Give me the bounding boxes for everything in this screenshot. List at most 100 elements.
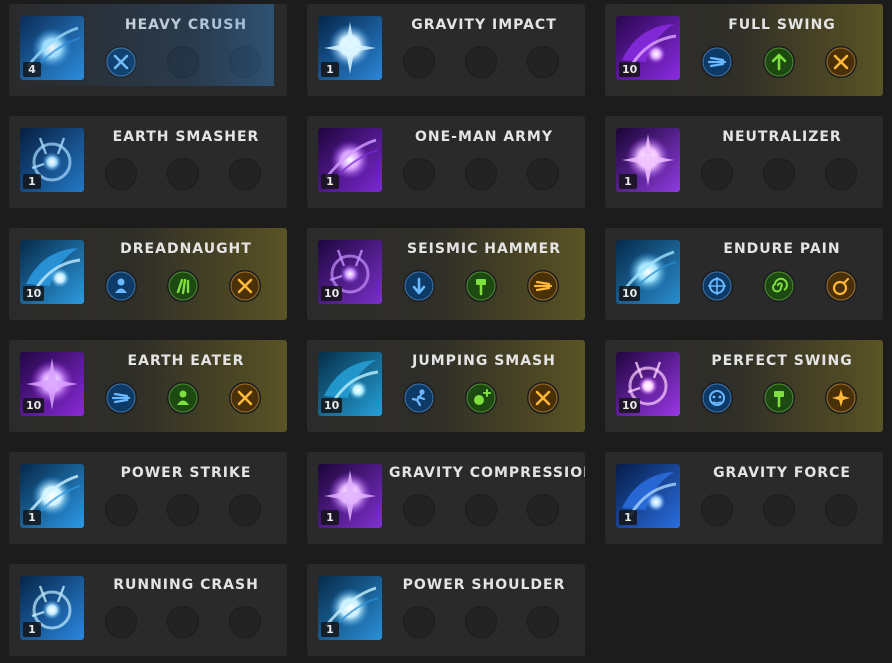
running-crash-icon[interactable]: 1	[20, 576, 84, 640]
skill-level-badge: 1	[321, 510, 339, 525]
target-tripod-icon[interactable]	[701, 270, 733, 302]
empty-tripod-slot[interactable]	[229, 46, 261, 78]
empty-tripod-slot[interactable]	[527, 606, 559, 638]
skill-card[interactable]: 10 SEISMIC HAMMER	[307, 228, 585, 320]
earth-smasher-icon[interactable]: 1	[20, 128, 84, 192]
skill-name: GRAVITY IMPACT	[411, 17, 557, 33]
endure-pain-icon[interactable]: 10	[616, 240, 680, 304]
empty-tripod-slot[interactable]	[701, 158, 733, 190]
power-shoulder-icon[interactable]: 1	[318, 576, 382, 640]
claw-tripod-icon[interactable]	[167, 270, 199, 302]
empty-tripod-slot[interactable]	[167, 46, 199, 78]
empty-tripod-slot[interactable]	[465, 494, 497, 526]
face-tripod-icon[interactable]	[701, 382, 733, 414]
full-swing-icon[interactable]: 10	[616, 16, 680, 80]
empty-tripod-slot[interactable]	[167, 158, 199, 190]
skill-level-badge: 1	[321, 174, 339, 189]
skill-name: SEISMIC HAMMER	[407, 241, 561, 257]
empty-tripod-slot[interactable]	[825, 494, 857, 526]
bomb-tripod-icon[interactable]	[825, 270, 857, 302]
skill-card[interactable]: 10 PERFECT SWING	[605, 340, 883, 432]
perfect-swing-icon[interactable]: 10	[616, 352, 680, 416]
skill-level-badge: 10	[23, 398, 45, 413]
earth-eater-icon[interactable]: 10	[20, 352, 84, 416]
empty-tripod-slot[interactable]	[167, 494, 199, 526]
skill-level-badge: 10	[619, 398, 641, 413]
skill-name: EARTH SMASHER	[112, 129, 260, 145]
spiral-tripod-icon[interactable]	[763, 270, 795, 302]
skill-level-badge: 1	[619, 510, 637, 525]
speed-lines-tripod-icon[interactable]	[105, 382, 137, 414]
skill-card[interactable]: 10 EARTH EATER	[9, 340, 287, 432]
gravity-compression-icon[interactable]: 1	[318, 464, 382, 528]
crossed-blades-tripod-icon[interactable]	[527, 382, 559, 414]
speed-lines-tripod-icon[interactable]	[527, 270, 559, 302]
skill-card[interactable]: 1 GRAVITY IMPACT	[307, 4, 585, 96]
person-shield-tripod-icon[interactable]	[105, 270, 137, 302]
empty-tripod-slot[interactable]	[403, 158, 435, 190]
crossed-blades-tripod-icon[interactable]	[229, 270, 261, 302]
empty-tripod-slot[interactable]	[825, 158, 857, 190]
skill-level-badge: 1	[321, 622, 339, 637]
power-strike-icon[interactable]: 1	[20, 464, 84, 528]
empty-tripod-slot[interactable]	[403, 606, 435, 638]
skill-card[interactable]: 10 ENDURE PAIN	[605, 228, 883, 320]
down-arrow-tripod-icon[interactable]	[403, 270, 435, 302]
skill-card[interactable]: 1 GRAVITY COMPRESSION	[307, 452, 585, 544]
empty-tripod-slot[interactable]	[229, 606, 261, 638]
empty-tripod-slot[interactable]	[105, 606, 137, 638]
up-arrow-tripod-icon[interactable]	[763, 46, 795, 78]
skill-card[interactable]: 1 NEUTRALIZER	[605, 116, 883, 208]
hammer-tripod-icon[interactable]	[465, 270, 497, 302]
empty-tripod-slot[interactable]	[167, 606, 199, 638]
crossed-blades-tripod-icon[interactable]	[105, 46, 137, 78]
empty-tripod-slot[interactable]	[763, 494, 795, 526]
skill-card[interactable]: 4 HEAVY CRUSH	[9, 4, 287, 96]
skill-card[interactable]: 10 FULL SWING	[605, 4, 883, 96]
burst-tripod-icon[interactable]	[825, 382, 857, 414]
skill-name: EARTH EATER	[127, 353, 245, 369]
skill-level-badge: 1	[321, 62, 339, 77]
neutralizer-icon[interactable]: 1	[616, 128, 680, 192]
empty-tripod-slot[interactable]	[105, 494, 137, 526]
plus-orb-tripod-icon[interactable]	[465, 382, 497, 414]
skill-card[interactable]: 1 POWER STRIKE	[9, 452, 287, 544]
empty-tripod-slot[interactable]	[527, 158, 559, 190]
skill-card[interactable]: 1 POWER SHOULDER	[307, 564, 585, 656]
empty-tripod-slot[interactable]	[105, 158, 137, 190]
one-man-army-icon[interactable]: 1	[318, 128, 382, 192]
skill-name: PERFECT SWING	[711, 353, 853, 369]
gravity-force-icon[interactable]: 1	[616, 464, 680, 528]
skill-card[interactable]: 10 DREADNAUGHT	[9, 228, 287, 320]
skill-level-badge: 10	[619, 62, 641, 77]
seismic-hammer-icon[interactable]: 10	[318, 240, 382, 304]
skill-level-badge: 1	[23, 622, 41, 637]
jumping-smash-icon[interactable]: 10	[318, 352, 382, 416]
skill-level-badge: 10	[321, 398, 343, 413]
empty-tripod-slot[interactable]	[403, 46, 435, 78]
empty-tripod-slot[interactable]	[229, 158, 261, 190]
heavy-crush-icon[interactable]: 4	[20, 16, 84, 80]
skill-card[interactable]: 1 GRAVITY FORCE	[605, 452, 883, 544]
empty-tripod-slot[interactable]	[465, 606, 497, 638]
gravity-impact-icon[interactable]: 1	[318, 16, 382, 80]
empty-tripod-slot[interactable]	[465, 46, 497, 78]
skill-card[interactable]: 1 ONE-MAN ARMY	[307, 116, 585, 208]
empty-tripod-slot[interactable]	[403, 494, 435, 526]
speed-lines-tripod-icon[interactable]	[701, 46, 733, 78]
empty-tripod-slot[interactable]	[701, 494, 733, 526]
empty-tripod-slot[interactable]	[527, 494, 559, 526]
dreadnaught-icon[interactable]: 10	[20, 240, 84, 304]
empty-tripod-slot[interactable]	[527, 46, 559, 78]
skill-card[interactable]: 10 JUMPING SMASH	[307, 340, 585, 432]
empty-tripod-slot[interactable]	[465, 158, 497, 190]
empty-tripod-slot[interactable]	[763, 158, 795, 190]
person-shield-tripod-icon[interactable]	[167, 382, 199, 414]
crossed-blades-tripod-icon[interactable]	[229, 382, 261, 414]
empty-tripod-slot[interactable]	[229, 494, 261, 526]
hammer-tripod-icon[interactable]	[763, 382, 795, 414]
skill-card[interactable]: 1 EARTH SMASHER	[9, 116, 287, 208]
skill-card[interactable]: 1 RUNNING CRASH	[9, 564, 287, 656]
crossed-blades-tripod-icon[interactable]	[825, 46, 857, 78]
running-figure-tripod-icon[interactable]	[403, 382, 435, 414]
